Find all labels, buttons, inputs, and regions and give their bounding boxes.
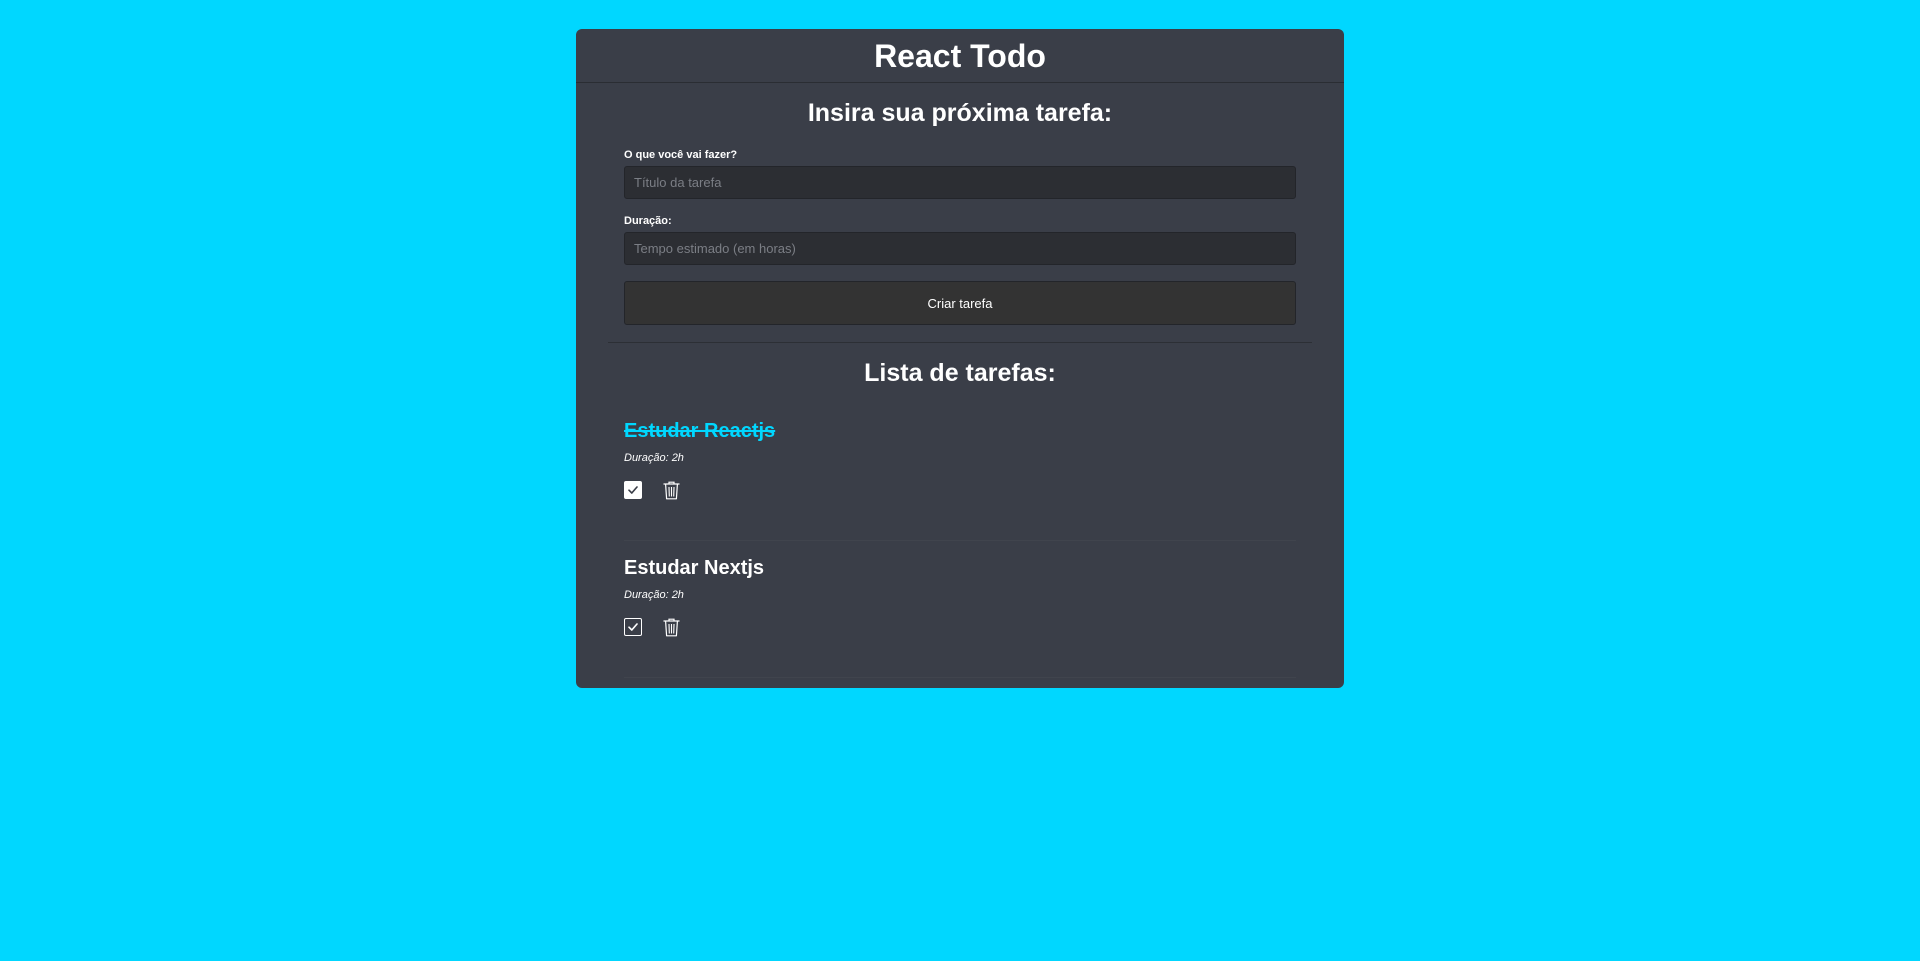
complete-task-checkbox[interactable] bbox=[624, 618, 642, 636]
task-list: Estudar Reactjs Duração: 2h Estudar Next… bbox=[624, 404, 1296, 678]
task-duration-label: Duração: bbox=[624, 215, 672, 227]
task-title-label: O que você vai fazer? bbox=[624, 149, 738, 161]
delete-task-button[interactable] bbox=[662, 617, 680, 637]
task-actions bbox=[624, 480, 1296, 500]
task-list-section: Lista de tarefas: Estudar Reactjs Duraçã… bbox=[576, 343, 1344, 678]
task-duration: Duração: 2h bbox=[624, 589, 684, 601]
task-actions bbox=[624, 617, 1296, 637]
app-header: React Todo bbox=[576, 29, 1344, 83]
check-icon bbox=[628, 623, 638, 631]
task-title: Estudar Nextjs bbox=[624, 557, 765, 579]
todo-app-panel: React Todo Insira sua próxima tarefa: O … bbox=[576, 29, 1344, 688]
task-item: Estudar Nextjs Duração: 2h bbox=[624, 541, 1296, 678]
check-icon bbox=[628, 486, 638, 494]
task-title-input[interactable] bbox=[624, 166, 1296, 199]
app-title: React Todo bbox=[874, 37, 1046, 74]
task-title: Estudar Reactjs bbox=[624, 420, 776, 442]
trash-icon bbox=[662, 481, 680, 499]
create-task-button[interactable]: Criar tarefa bbox=[624, 281, 1296, 325]
delete-task-button[interactable] bbox=[662, 480, 680, 500]
task-duration: Duração: 2h bbox=[624, 452, 684, 464]
form-heading: Insira sua próxima tarefa: bbox=[807, 99, 1113, 127]
task-item: Estudar Reactjs Duração: 2h bbox=[624, 404, 1296, 541]
list-heading: Lista de tarefas: bbox=[864, 359, 1056, 387]
trash-icon bbox=[662, 618, 680, 636]
task-form: Insira sua próxima tarefa: O que você va… bbox=[576, 83, 1344, 325]
task-duration-input[interactable] bbox=[624, 232, 1296, 265]
complete-task-checkbox[interactable] bbox=[624, 481, 642, 499]
